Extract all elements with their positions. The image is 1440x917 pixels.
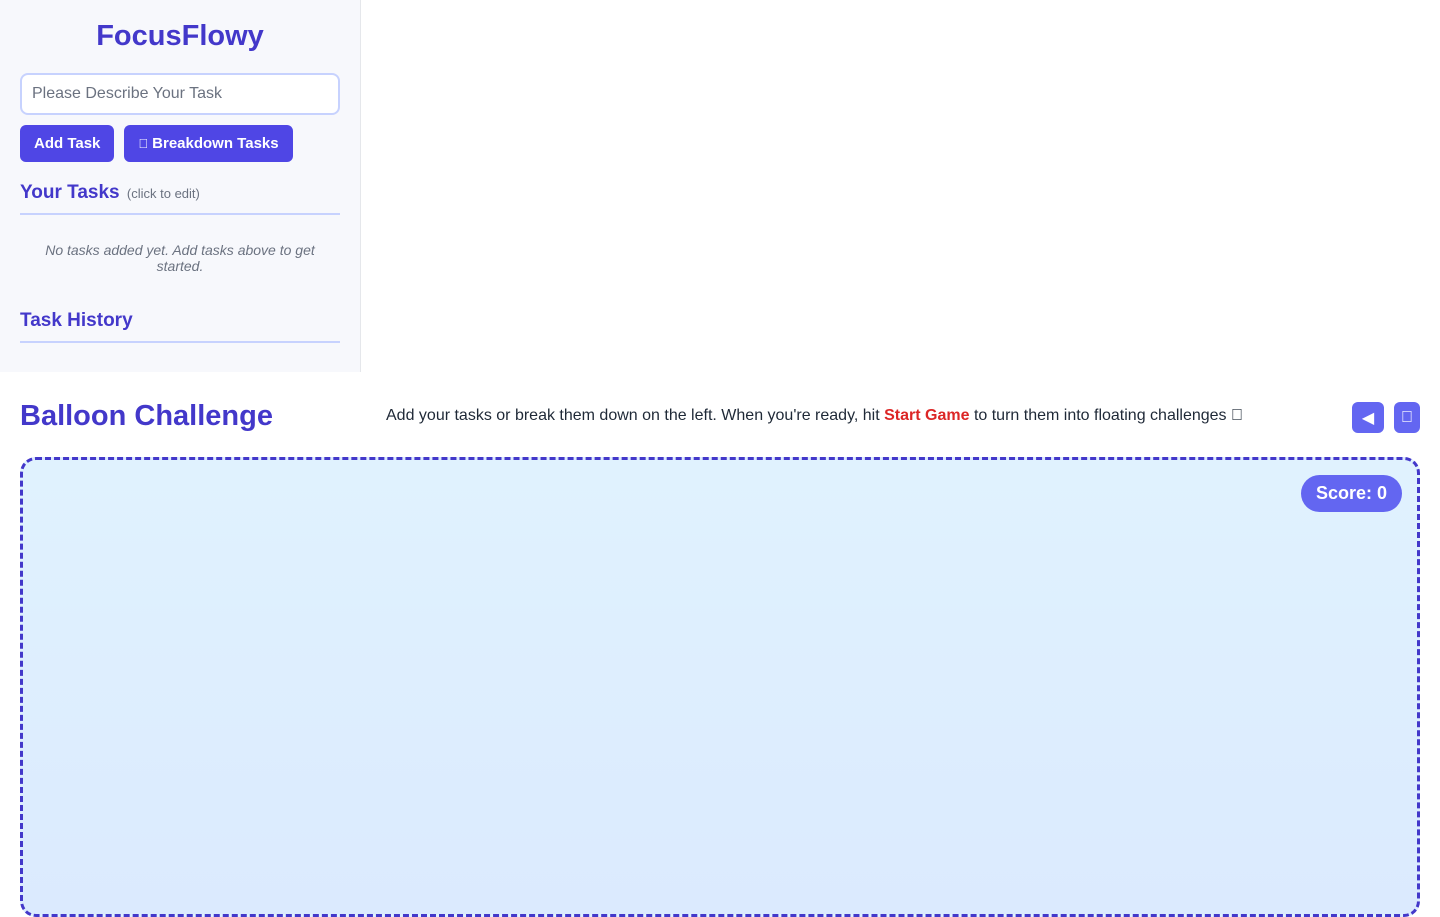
game-header: Balloon Challenge Add your tasks or brea… — [20, 397, 1420, 437]
your-tasks-title: Your Tasks — [20, 182, 120, 203]
task-description-input[interactable] — [20, 73, 340, 115]
start-game-button[interactable]:  — [1394, 402, 1420, 433]
your-tasks-heading: Your Tasks (click to edit) — [20, 182, 340, 215]
balloon-game-area[interactable]: Score: 0 — [20, 457, 1420, 917]
start-icon:  — [1401, 409, 1413, 427]
app-title: FocusFlowy — [96, 20, 264, 52]
instructions-text-before: Add your tasks or break them down on the… — [386, 407, 885, 424]
game-instructions: Add your tasks or break them down on the… — [386, 407, 1243, 425]
prev-button[interactable]: ◀ — [1352, 402, 1384, 433]
game-title: Balloon Challenge — [20, 400, 273, 432]
breakdown-tasks-label: Breakdown Tasks — [142, 135, 278, 152]
breakdown-tasks-button[interactable]:  Breakdown Tasks — [124, 125, 293, 162]
play-reverse-icon: ◀ — [1361, 409, 1375, 427]
task-history-heading: Task History — [20, 310, 340, 343]
click-to-edit-hint: (click to edit) — [126, 186, 200, 201]
add-task-label: Add Task — [34, 135, 101, 152]
add-task-button[interactable]: Add Task — [20, 125, 115, 162]
instructions-text-after: to turn them into floating challenges — [969, 407, 1231, 424]
sidebar: FocusFlowy Add Task  Breakdown Tasks Yo… — [0, 0, 361, 372]
task-history-title: Task History — [20, 310, 133, 331]
task-action-buttons: Add Task  Breakdown Tasks — [20, 125, 340, 162]
start-game-highlight: Start Game — [884, 407, 970, 424]
instructions-end-icon:  — [1231, 407, 1243, 424]
empty-tasks-message: No tasks added yet. Add tasks above to g… — [45, 242, 315, 274]
score-badge: Score: 0 — [1300, 475, 1402, 512]
breakdown-icon:  — [138, 136, 148, 151]
